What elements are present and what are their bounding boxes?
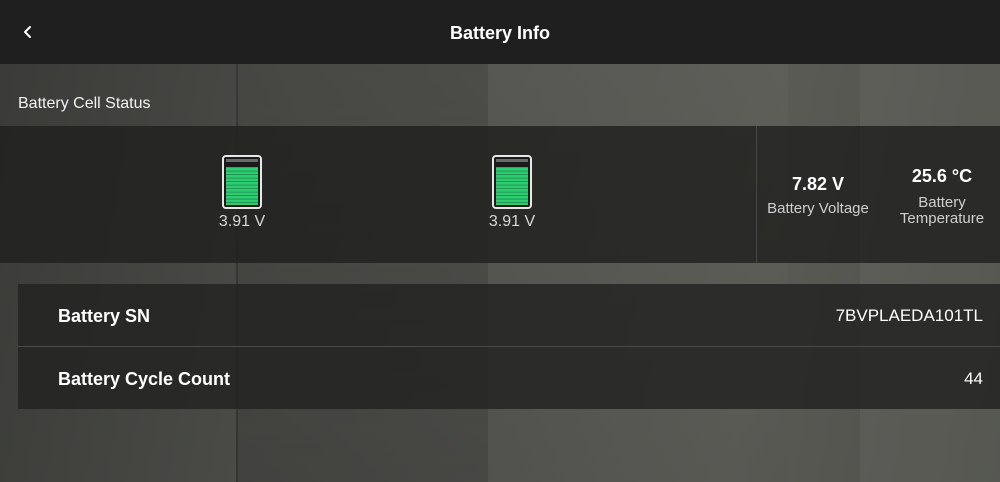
- battery-sn-label: Battery SN: [58, 306, 151, 326]
- cell-charge-segment: [496, 174, 528, 175]
- cell-charge-segment: [496, 198, 528, 200]
- battery-cycle-count-value: 44: [964, 369, 983, 388]
- cell-charge-segment: [496, 188, 528, 189]
- battery-cell-icon: [492, 155, 532, 209]
- battery-temperature-value: 25.6 °C: [911, 166, 973, 186]
- battery-temperature-stat: 25.6 °C Battery Temperature: [890, 166, 994, 227]
- cell-charge-segment: [496, 202, 528, 203]
- page-title: Battery Info: [449, 23, 550, 43]
- cell-charge-segment: [496, 177, 528, 179]
- battery-voltage-label: Battery Voltage: [767, 200, 869, 217]
- cell-charge-segment: [226, 195, 258, 196]
- cell-charge-segment: [226, 202, 258, 203]
- top-bar: Battery Info: [0, 0, 1000, 64]
- battery-voltage-stat: 7.82 V Battery Voltage: [758, 174, 878, 217]
- battery-cell-icon: [222, 155, 262, 209]
- section-title-cell-status: Battery Cell Status: [18, 95, 151, 112]
- panel-divider: [756, 126, 757, 263]
- cell-charge-segment: [226, 177, 258, 179]
- cell-charge-segment: [226, 188, 258, 189]
- battery-sn-value: 7BVPLAEDA101TL: [835, 306, 983, 325]
- cell-charge-segment: [226, 184, 258, 186]
- battery-info-panel: Battery SN 7BVPLAEDA101TL Battery Cycle …: [18, 284, 1000, 409]
- battery-cycle-count-label: Battery Cycle Count: [58, 369, 231, 389]
- battery-temperature-label: Battery Temperature: [890, 195, 994, 227]
- cell-charge-segment: [496, 191, 528, 193]
- cell-charge-segment: [496, 181, 528, 182]
- battery-cell-2: 3.91 V: [472, 155, 552, 231]
- battery-cycle-count-row: Battery Cycle Count 44: [18, 347, 1000, 409]
- cell-voltage-label: 3.91 V: [488, 213, 536, 230]
- battery-cell-1: 3.91 V: [202, 155, 282, 231]
- cell-status-panel: 3.91 V 3.91 V 7.82 V Battery Voltage 25.…: [0, 126, 1000, 263]
- cell-voltage-label: 3.91 V: [218, 213, 266, 230]
- cell-charge-segment: [226, 181, 258, 182]
- battery-temperature-label-line1: Battery: [918, 194, 966, 211]
- cell-charge-segment: [226, 174, 258, 175]
- cell-charge-segment: [226, 191, 258, 193]
- battery-sn-row: Battery SN 7BVPLAEDA101TL: [18, 284, 1000, 346]
- cell-charge-segment: [226, 198, 258, 200]
- cell-charge-segment: [496, 195, 528, 196]
- cell-charge-segment: [496, 184, 528, 186]
- cell-charge-segment: [496, 170, 528, 172]
- battery-temperature-label-line2: Temperature: [899, 210, 985, 227]
- battery-voltage-value: 7.82 V: [791, 174, 845, 194]
- cell-charge-segment: [226, 170, 258, 172]
